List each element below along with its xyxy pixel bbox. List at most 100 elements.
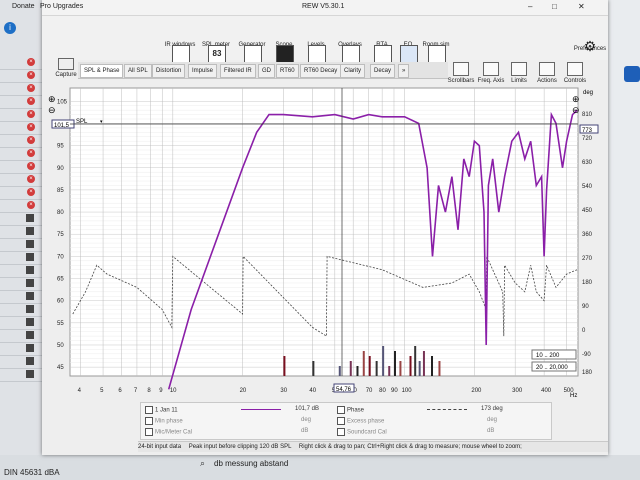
remove-icon[interactable]: ×: [27, 136, 35, 144]
remove-icon[interactable]: ×: [27, 175, 35, 183]
tab-decay[interactable]: Decay: [370, 64, 396, 78]
chart-icon[interactable]: [26, 370, 34, 378]
chart-icon[interactable]: [26, 240, 34, 248]
background-list-row: [0, 238, 42, 252]
background-list-row: ×: [0, 173, 42, 187]
checkbox-icon[interactable]: [145, 417, 153, 425]
zoom-out-icon[interactable]: ⊖: [48, 105, 56, 115]
left-axis-ticks: 1051009590858075706560555045: [57, 99, 68, 371]
right-tick-label: 450: [582, 208, 593, 214]
right-tick-label: 360: [582, 232, 593, 238]
tab-filtered-ir[interactable]: Filtered IR: [220, 64, 256, 78]
chart-icon[interactable]: [26, 227, 34, 235]
left-tick-label: 90: [57, 166, 64, 172]
scrollbars-button[interactable]: Scrollbars: [446, 62, 476, 84]
checkbox-icon[interactable]: [145, 428, 153, 436]
actions-button[interactable]: Actions: [532, 62, 562, 84]
tab-all-spl[interactable]: All SPL: [124, 64, 152, 78]
chart-icon[interactable]: [26, 318, 34, 326]
remove-icon[interactable]: ×: [27, 58, 35, 66]
chart-icon[interactable]: [26, 214, 34, 222]
histogram-bar: [438, 361, 441, 376]
chart-icon[interactable]: [26, 266, 34, 274]
legend-soundcard-cal[interactable]: Soundcard Cal: [337, 428, 387, 436]
preferences-icon: ⚙: [583, 38, 597, 54]
freq-axis-icon: [483, 62, 499, 76]
plot-area[interactable]: [69, 87, 579, 377]
remove-icon[interactable]: ×: [27, 84, 35, 92]
chart-icon[interactable]: [26, 292, 34, 300]
tab-clarity[interactable]: Clarity: [340, 64, 366, 78]
background-list-row: ×: [0, 199, 42, 213]
background-window-list: i × × × × × × × × × × × ×: [0, 0, 42, 480]
legend-excess-phase[interactable]: Excess phase: [337, 417, 384, 425]
capture-button[interactable]: Capture: [52, 58, 80, 78]
spl-phase-graph[interactable]: 1051009590858075706560555045 81072063054…: [42, 82, 608, 400]
legend-min-phase[interactable]: Min phase: [145, 417, 183, 425]
remove-icon[interactable]: ×: [27, 201, 35, 209]
minimize-button[interactable]: –: [528, 2, 532, 11]
histogram-bar: [409, 356, 412, 376]
background-list-row: ×: [0, 160, 42, 174]
right-tick-label: 270: [582, 256, 593, 262]
maximize-button[interactable]: □: [552, 2, 557, 11]
info-icon[interactable]: i: [4, 22, 16, 34]
checkbox-icon[interactable]: [337, 406, 345, 414]
search-text[interactable]: db messung abstand: [214, 459, 288, 468]
close-button[interactable]: ✕: [578, 2, 585, 11]
chart-icon[interactable]: [26, 305, 34, 313]
left-tick-label: 105: [57, 99, 68, 105]
remove-icon[interactable]: ×: [27, 71, 35, 79]
chart-icon[interactable]: [26, 279, 34, 287]
overlays-icon: [342, 45, 360, 63]
histogram-bar: [388, 366, 391, 376]
controls-icon: [567, 62, 583, 76]
tab-gd[interactable]: GD: [258, 64, 275, 78]
tab-more[interactable]: »: [398, 64, 410, 78]
room-sim-button[interactable]: Room sim: [416, 42, 456, 63]
chart-icon[interactable]: [26, 344, 34, 352]
menu-pro-upgrades[interactable]: Pro Upgrades: [40, 3, 83, 10]
background-list-row: [0, 368, 42, 382]
background-list-row: ×: [0, 186, 42, 200]
x-tick-label: 30: [280, 388, 287, 394]
x-tick-label: 5: [100, 388, 104, 394]
controls-button[interactable]: Controls: [560, 62, 590, 84]
chart-icon[interactable]: [26, 357, 34, 365]
checkbox-icon[interactable]: [337, 428, 345, 436]
ir-windows-button[interactable]: IR windows: [160, 42, 200, 63]
x-tick-label: 200: [471, 388, 482, 394]
tab-spl-phase[interactable]: SPL & Phase: [80, 64, 124, 78]
blue-button-icon[interactable]: [624, 66, 640, 82]
legend-spl-row[interactable]: 1 Jan 11: [145, 406, 178, 414]
zoom-in-icon[interactable]: ⊕: [48, 94, 56, 104]
remove-icon[interactable]: ×: [27, 162, 35, 170]
mic-cal-unit: dB: [301, 428, 309, 434]
zoom-out-right-icon[interactable]: ⊖: [572, 105, 580, 115]
remove-icon[interactable]: ×: [27, 110, 35, 118]
legend-mic-cal[interactable]: Mic/Meter Cal: [145, 428, 192, 436]
freq-axis-button[interactable]: Freq. Axis: [476, 62, 506, 84]
x-tick-label: 4: [78, 388, 82, 394]
remove-icon[interactable]: ×: [27, 97, 35, 105]
remove-icon[interactable]: ×: [27, 149, 35, 157]
tab-rt60-decay[interactable]: RT60 Decay: [300, 64, 342, 78]
tab-impulse[interactable]: Impulse: [188, 64, 218, 78]
checkbox-icon[interactable]: [337, 417, 345, 425]
background-list-row: ×: [0, 82, 42, 96]
checkbox-icon[interactable]: [145, 406, 153, 414]
chart-icon[interactable]: [26, 253, 34, 261]
tab-rt60[interactable]: RT60: [276, 64, 299, 78]
camera-icon: [58, 58, 74, 70]
legend-phase[interactable]: Phase: [337, 406, 364, 414]
menu-donate[interactable]: Donate: [12, 3, 35, 10]
remove-icon[interactable]: ×: [27, 123, 35, 131]
chart-icon[interactable]: [26, 331, 34, 339]
limits-button[interactable]: Limits: [504, 62, 534, 84]
preferences-button[interactable]: ⚙ Preferences: [570, 38, 610, 54]
x-tick-label: 10: [170, 388, 177, 394]
tab-distortion[interactable]: Distortion: [152, 64, 186, 78]
spl-meter-button[interactable]: 83SPL meter: [196, 42, 236, 63]
zoom-in-right-icon[interactable]: ⊕: [572, 94, 580, 104]
remove-icon[interactable]: ×: [27, 188, 35, 196]
